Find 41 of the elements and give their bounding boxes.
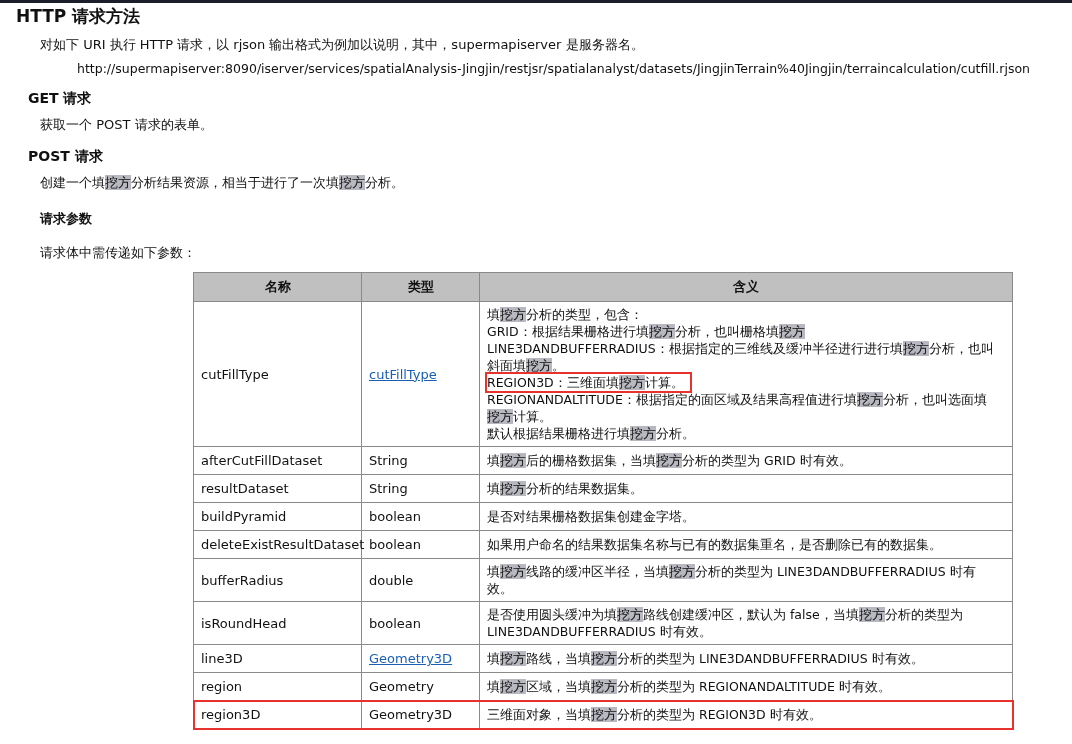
table-cell: resultDataset bbox=[193, 474, 362, 503]
page-heading: HTTP 请求方法 bbox=[16, 5, 142, 28]
description-line: 如果用户命名的结果数据集名称与已有的数据集重名，是否删除已有的数据集。 bbox=[486, 536, 943, 554]
uri-text: http://supermapiserver:8090/iserver/services/spatialAnalysis-Jingjin/restjsr/spatialanalyst/datasets/JingjinTerrain%40Jingjin/terraincalculation/cutfill.rjson bbox=[77, 61, 1031, 76]
description-line: LINE3DANDBUFFERRADIUS：根据指定的三维线及缓冲半径进行进行填挖方分析，也叫斜面填挖方。 bbox=[486, 340, 995, 375]
section-heading: GET 请求 bbox=[28, 90, 93, 108]
table-cell: String bbox=[361, 446, 480, 475]
table-cell: boolean bbox=[361, 601, 480, 645]
section-text: 获取一个 POST 请求的表单。 bbox=[40, 116, 214, 134]
section-text: 创建一个填挖方分析结果资源，相当于进行了一次填挖方分析。 bbox=[40, 174, 405, 192]
description-line: 填挖方路线，当填挖方分析的类型为 LINE3DANDBUFFERRADIUS 时有效。 bbox=[486, 650, 925, 668]
column-header: 类型 bbox=[361, 272, 480, 302]
column-header: 名称 bbox=[193, 272, 362, 302]
description-line: 填挖方分析的类型，包含： bbox=[486, 306, 644, 324]
description-line: 默认根据结果栅格进行填挖方分析。 bbox=[486, 425, 696, 443]
description-line: 三维面对象，当填挖方分析的类型为 REGION3D 时有效。 bbox=[486, 706, 823, 724]
column-header: 含义 bbox=[479, 272, 1013, 302]
table-cell: region bbox=[193, 672, 362, 701]
description-line: 是否使用圆头缓冲为填挖方路线创建缓冲区，默认为 false，当填挖方分析的类型为 LINE3DANDBUFFERRADIUS 时有效。 bbox=[486, 606, 964, 641]
table-cell: boolean bbox=[361, 502, 480, 531]
description-line: 填挖方分析的结果数据集。 bbox=[486, 480, 644, 498]
description-line: REGIONANDALTITUDE：根据指定的面区域及结果高程值进行填挖方分析，也叫选面填 挖方计算。 bbox=[486, 391, 988, 426]
table-cell: String bbox=[361, 474, 480, 503]
params-heading: 请求参数 bbox=[40, 210, 93, 228]
table-cell: deleteExistResultDataset bbox=[193, 530, 362, 559]
table-cell: line3D bbox=[193, 644, 362, 673]
description-line: GRID：根据结果栅格进行填挖方分析，也叫栅格填挖方 bbox=[486, 323, 806, 341]
params-intro: 请求体中需传递如下参数： bbox=[40, 244, 197, 262]
table-cell: cutFillType bbox=[193, 301, 362, 447]
table-cell: buildPyramid bbox=[193, 502, 362, 531]
table-cell: bufferRadius bbox=[193, 558, 362, 602]
section-heading: POST 请求 bbox=[28, 148, 104, 166]
intro-text: 对如下 URI 执行 HTTP 请求，以 rjson 输出格式为例加以说明，其中，supermapiserver 是服务器名。 bbox=[40, 36, 645, 54]
description-line: 是否对结果栅格数据集创建金字塔。 bbox=[486, 508, 696, 526]
description-line: 填挖方后的栅格数据集，当填挖方分析的类型为 GRID 时有效。 bbox=[486, 452, 853, 470]
table-cell: afterCutFillDataset bbox=[193, 446, 362, 475]
description-line: 填挖方线路的缓冲区半径，当填挖方分析的类型为 LINE3DANDBUFFERRADIUS 时有效。 bbox=[486, 563, 977, 598]
table-cell: double bbox=[361, 558, 480, 602]
description-line: 填挖方区域，当填挖方分析的类型为 REGIONANDALTITUDE 时有效。 bbox=[486, 678, 892, 696]
type-link[interactable]: cutFillType bbox=[369, 366, 437, 382]
table-cell: isRoundHead bbox=[193, 601, 362, 645]
